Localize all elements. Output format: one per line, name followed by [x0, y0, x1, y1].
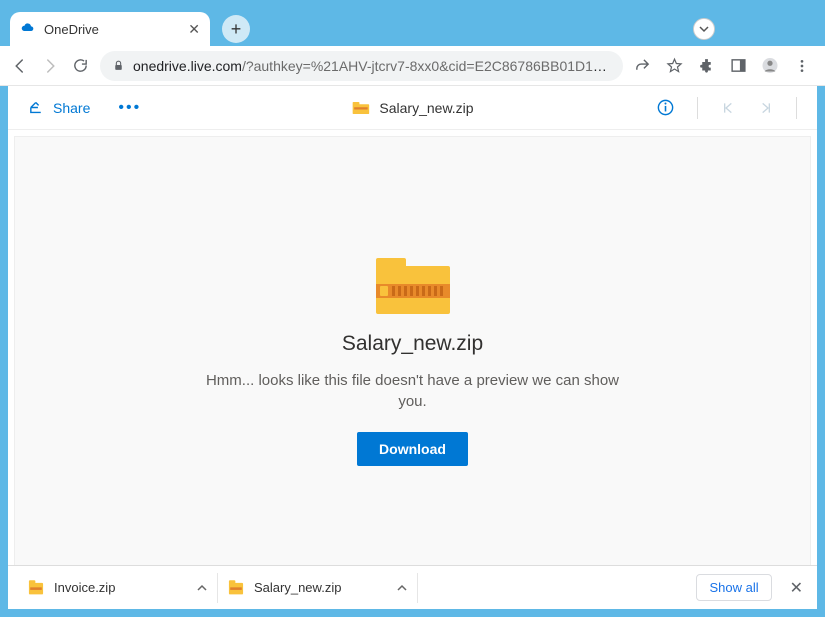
tab-search-button[interactable]: [693, 18, 715, 40]
more-actions-button[interactable]: •••: [118, 99, 141, 117]
separator: [697, 97, 698, 119]
url-text: onedrive.live.com/?authkey=%21AHV-jtcrv7…: [133, 58, 611, 74]
address-bar: onedrive.live.com/?authkey=%21AHV-jtcrv7…: [0, 46, 825, 86]
download-filename: Salary_new.zip: [254, 580, 341, 595]
close-tab-icon[interactable]: ✕: [188, 21, 200, 38]
profile-icon[interactable]: [761, 57, 779, 75]
url-path: /?authkey=%21AHV-jtcrv7-8xx0&cid=E2C8678…: [242, 58, 611, 74]
share-button[interactable]: Share: [28, 99, 90, 116]
download-button[interactable]: Download: [357, 432, 468, 466]
reload-button[interactable]: [70, 56, 90, 76]
prev-file-button[interactable]: [720, 100, 736, 116]
onedrive-favicon-icon: [20, 21, 36, 37]
zip-file-icon: [228, 579, 244, 597]
tab-title: OneDrive: [44, 22, 99, 37]
tab-strip: OneDrive ✕ +: [0, 12, 825, 46]
share-url-icon[interactable]: [633, 57, 651, 75]
separator: [796, 97, 797, 119]
file-title: Salary_new.zip: [342, 332, 483, 356]
preview-box: Salary_new.zip Hmm... looks like this fi…: [203, 254, 623, 466]
preview-area: Salary_new.zip Hmm... looks like this fi…: [14, 136, 811, 603]
file-header: Salary_new.zip: [351, 100, 473, 116]
zip-small-icon: [351, 101, 369, 115]
forward-button[interactable]: [40, 56, 60, 76]
share-label: Share: [53, 100, 90, 116]
no-preview-message: Hmm... looks like this file doesn't have…: [203, 370, 623, 412]
toolbar-right-group: [656, 97, 797, 119]
browser-tab[interactable]: OneDrive ✕: [10, 12, 210, 46]
chevron-up-icon[interactable]: [197, 583, 207, 593]
new-tab-button[interactable]: +: [222, 15, 250, 43]
browser-window: ＿ ☐ ✕ OneDrive ✕ +: [0, 0, 825, 617]
zip-file-icon: [28, 579, 44, 597]
info-button[interactable]: [656, 98, 675, 117]
chrome-menu-icon[interactable]: [793, 57, 811, 75]
download-filename: Invoice.zip: [54, 580, 115, 595]
close-shelf-button[interactable]: ✕: [786, 574, 807, 602]
side-panel-icon[interactable]: [729, 57, 747, 75]
onedrive-toolbar: Share ••• Salary_new.zip: [8, 86, 817, 130]
url-host: onedrive.live.com: [133, 58, 242, 74]
toolbar-right: [633, 57, 815, 75]
file-name-header: Salary_new.zip: [379, 100, 473, 116]
bookmark-star-icon[interactable]: [665, 57, 683, 75]
shelf-right: Show all ✕: [696, 574, 807, 602]
share-icon: [28, 99, 45, 116]
back-button[interactable]: [10, 56, 30, 76]
lock-icon: [112, 59, 125, 72]
chevron-up-icon[interactable]: [397, 583, 407, 593]
omnibox[interactable]: onedrive.live.com/?authkey=%21AHV-jtcrv7…: [100, 51, 623, 81]
next-file-button[interactable]: [758, 100, 774, 116]
titlebar: [0, 0, 825, 12]
zip-folder-icon: [374, 254, 452, 318]
download-shelf: Invoice.zip Salary_new.zip Show all ✕: [8, 565, 817, 609]
page-content: Share ••• Salary_new.zip: [8, 86, 817, 609]
download-item[interactable]: Salary_new.zip: [218, 573, 418, 603]
download-item[interactable]: Invoice.zip: [18, 573, 218, 603]
show-all-downloads-button[interactable]: Show all: [696, 574, 771, 601]
extensions-icon[interactable]: [697, 57, 715, 75]
